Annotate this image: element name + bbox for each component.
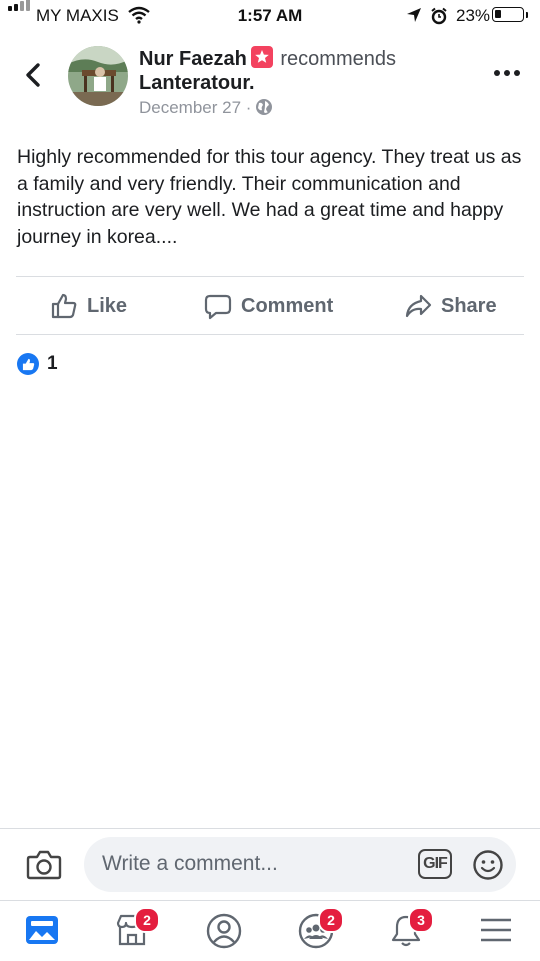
alarm-icon [430,7,448,30]
battery-percentage: 23% [456,6,491,25]
tab-profile[interactable] [206,913,246,953]
like-reaction-icon [17,353,39,375]
tab-groups[interactable]: 2 [298,907,344,953]
recommended-page-name[interactable]: Lanteratour. [139,72,255,95]
author-name[interactable]: Nur Faezah [139,48,247,70]
battery-icon [492,7,524,22]
comment-placeholder: Write a comment... [102,852,278,875]
smiley-icon [473,850,503,880]
reaction-summary[interactable]: 1 [17,353,58,375]
groups-badge: 2 [318,907,344,933]
reaction-count: 1 [47,353,58,374]
comment-input[interactable]: Write a comment... GIF [84,837,516,892]
like-label: Like [87,294,128,317]
gif-button[interactable]: GIF [418,849,452,879]
post-actions: Like Comment Share [0,278,540,334]
marketplace-badge: 2 [134,907,160,933]
author-avatar[interactable] [68,46,128,106]
comment-button[interactable]: Comment [204,278,333,334]
emoji-button[interactable] [472,849,504,886]
status-bar: MY MAXIS 1:57 AM 23% [0,0,540,30]
like-button[interactable]: Like [50,278,127,334]
tab-menu[interactable] [478,913,518,953]
back-button[interactable] [20,60,48,90]
post-meta: December 27 · [139,98,273,121]
share-label: Share [441,294,497,317]
battery-tip [526,12,528,18]
more-options-button[interactable] [492,66,522,80]
camera-icon [26,850,62,880]
ellipsis-icon [494,70,520,76]
thumbs-up-icon [51,293,77,319]
tab-notifications[interactable]: 3 [388,907,434,953]
comment-bubble-icon [204,294,232,320]
recommends-label: recommends [280,48,396,70]
hamburger-menu-icon [481,918,511,942]
camera-button[interactable] [26,849,62,886]
notifications-badge: 3 [408,907,434,933]
globe-icon [255,98,273,121]
author-line: Nur Faezah recommends [139,46,396,71]
tab-marketplace[interactable]: 2 [114,907,160,953]
recommendation-star-icon [250,46,273,68]
share-button[interactable]: Share [404,278,497,334]
divider-bottom [16,334,524,335]
chevron-left-icon [26,63,40,87]
news-feed-icon [26,916,58,944]
profile-icon [206,913,242,949]
comment-label: Comment [241,294,334,317]
location-arrow-icon [406,7,422,28]
post-body-text: Highly recommended for this tour agency.… [17,146,522,248]
comment-composer: Write a comment... GIF [0,828,540,901]
bottom-tab-bar: 2 2 3 [0,900,540,961]
divider-top [16,276,524,277]
post-date[interactable]: December 27 · [139,98,251,117]
tab-news-feed[interactable] [24,913,64,953]
share-arrow-icon [405,294,432,318]
